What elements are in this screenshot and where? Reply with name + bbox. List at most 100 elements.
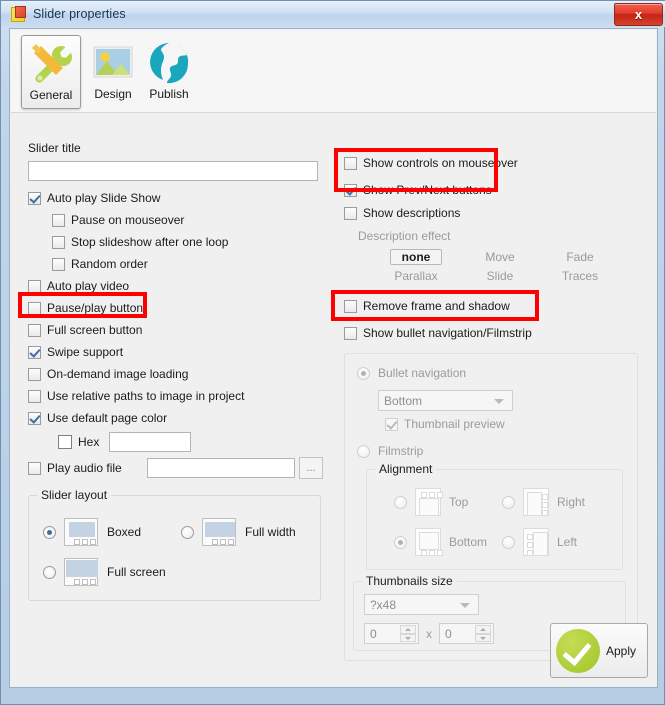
stepper-down-icon[interactable] bbox=[475, 633, 491, 642]
checkbox-box[interactable] bbox=[28, 191, 41, 205]
radio-button[interactable] bbox=[394, 535, 407, 549]
layout-full-screen-icon bbox=[64, 558, 98, 586]
effect-option-traces[interactable]: Traces bbox=[554, 269, 606, 283]
checkbox-play-audio-file[interactable] bbox=[28, 461, 41, 475]
checkbox-thumbnail-preview[interactable]: Thumbnail preview bbox=[385, 417, 505, 431]
checkbox-box[interactable] bbox=[344, 183, 357, 197]
radio-label: Full screen bbox=[107, 565, 166, 579]
thumbnails-preset-combobox[interactable]: ?x48 bbox=[364, 594, 479, 615]
radio-layout-boxed[interactable]: Boxed bbox=[43, 518, 141, 546]
hex-row[interactable]: Hex bbox=[28, 429, 344, 455]
checkbox-box[interactable] bbox=[52, 235, 65, 249]
slider-title-input[interactable] bbox=[28, 161, 318, 181]
checkbox-box[interactable] bbox=[28, 367, 41, 381]
tab-general[interactable]: General bbox=[21, 35, 81, 109]
radio-button[interactable] bbox=[357, 366, 370, 380]
checkbox-auto-play-video[interactable]: Auto play video bbox=[28, 275, 344, 297]
thumbnail-width-stepper[interactable]: 0 bbox=[364, 623, 419, 644]
stepper-buttons[interactable] bbox=[400, 625, 416, 642]
apply-button[interactable]: Apply bbox=[550, 623, 648, 678]
stepper-up-icon[interactable] bbox=[400, 625, 416, 634]
checkbox-stop-slideshow-after-one-loop[interactable]: Stop slideshow after one loop bbox=[28, 231, 344, 253]
radio-layout-full-screen[interactable]: Full screen bbox=[43, 558, 166, 586]
checkbox-on-demand-image-loading[interactable]: On-demand image loading bbox=[28, 363, 344, 385]
bullet-position-combobox[interactable]: Bottom bbox=[378, 390, 513, 411]
checkbox-use-relative-paths[interactable]: Use relative paths to image in project bbox=[28, 385, 344, 407]
checkbox-box[interactable] bbox=[52, 257, 65, 271]
checkbox-swipe-support[interactable]: Swipe support bbox=[28, 341, 344, 363]
checkbox-box[interactable] bbox=[28, 411, 41, 425]
checkbox-box[interactable] bbox=[344, 299, 357, 313]
effect-option-parallax[interactable]: Parallax bbox=[390, 269, 442, 283]
checkbox-label: Auto play Slide Show bbox=[47, 191, 161, 205]
checkbox-box[interactable] bbox=[28, 345, 41, 359]
checkbox-show-prev-next-buttons[interactable]: Show Prev/Next buttons bbox=[344, 179, 654, 201]
radio-layout-full-width[interactable]: Full width bbox=[181, 518, 296, 546]
radio-alignment-right[interactable]: Right bbox=[502, 488, 585, 516]
checkbox-show-controls-on-mouseover[interactable]: Show controls on mouseover bbox=[344, 152, 654, 174]
effect-option-fade[interactable]: Fade bbox=[554, 250, 606, 264]
radio-filmstrip[interactable]: Filmstrip bbox=[357, 444, 423, 458]
effect-option-slide[interactable]: Slide bbox=[474, 269, 526, 283]
checkbox-box[interactable] bbox=[28, 323, 41, 337]
checkbox-show-descriptions[interactable]: Show descriptions bbox=[344, 202, 654, 224]
checkbox-hex[interactable] bbox=[58, 435, 72, 449]
left-column: Slider title Auto play Slide Show Pause … bbox=[28, 141, 344, 601]
radio-alignment-bottom[interactable]: Bottom bbox=[394, 528, 487, 556]
layout-bottom-icon bbox=[415, 528, 443, 556]
panel-bullet-navigation: Bullet navigation Bottom Thumbnail previ… bbox=[344, 353, 638, 661]
titlebar: Slider properties x bbox=[1, 1, 665, 27]
checkbox-auto-play-slide-show[interactable]: Auto play Slide Show bbox=[28, 187, 344, 209]
play-audio-input[interactable] bbox=[147, 458, 295, 478]
tab-publish[interactable]: Publish bbox=[139, 35, 199, 109]
bullet-position-value: Bottom bbox=[384, 393, 423, 408]
radio-button[interactable] bbox=[502, 495, 515, 509]
checkbox-box[interactable] bbox=[344, 326, 357, 340]
tab-design[interactable]: Design bbox=[83, 35, 143, 109]
radio-alignment-top[interactable]: Top bbox=[394, 488, 468, 516]
checkbox-remove-frame-and-shadow[interactable]: Remove frame and shadow bbox=[344, 295, 654, 317]
checkbox-full-screen-button[interactable]: Full screen button bbox=[28, 319, 344, 341]
thumbnail-height-stepper[interactable]: 0 bbox=[439, 623, 494, 644]
radio-bullet-navigation[interactable]: Bullet navigation bbox=[357, 366, 466, 380]
effect-option-move[interactable]: Move bbox=[474, 250, 526, 264]
checkbox-label: Pause/play button bbox=[47, 301, 144, 315]
play-audio-row[interactable]: Play audio file ... bbox=[28, 455, 344, 481]
slider-title-label: Slider title bbox=[28, 141, 81, 155]
checkbox-pause-on-mouseover[interactable]: Pause on mouseover bbox=[28, 209, 344, 231]
effect-option-none[interactable]: none bbox=[390, 249, 442, 265]
radio-button[interactable] bbox=[43, 525, 56, 539]
check-icon bbox=[556, 628, 600, 673]
checkbox-box[interactable] bbox=[28, 389, 41, 403]
checkbox-box[interactable] bbox=[52, 213, 65, 227]
radio-button[interactable] bbox=[502, 535, 515, 549]
browse-audio-button[interactable]: ... bbox=[299, 457, 323, 479]
layout-right-icon bbox=[523, 488, 549, 516]
radio-button[interactable] bbox=[394, 495, 407, 509]
checkbox-box[interactable] bbox=[385, 417, 398, 431]
tab-toolbar: General Design Publish bbox=[11, 30, 656, 113]
close-button[interactable]: x bbox=[614, 3, 663, 26]
checkbox-label: Use default page color bbox=[47, 411, 168, 425]
stepper-down-icon[interactable] bbox=[400, 633, 416, 642]
radio-button[interactable] bbox=[357, 444, 370, 458]
radio-button[interactable] bbox=[43, 565, 56, 579]
checkbox-box[interactable] bbox=[344, 206, 357, 220]
checkbox-show-bullet-navigation-filmstrip[interactable]: Show bullet navigation/Filmstrip bbox=[344, 322, 654, 344]
checkbox-box[interactable] bbox=[344, 156, 357, 170]
checkbox-pause-play-button[interactable]: Pause/play button bbox=[28, 297, 344, 319]
checkbox-use-default-page-color[interactable]: Use default page color bbox=[28, 407, 344, 429]
checkbox-box[interactable] bbox=[28, 301, 41, 315]
radio-alignment-left[interactable]: Left bbox=[502, 528, 577, 556]
checkbox-label: Show bullet navigation/Filmstrip bbox=[363, 326, 532, 340]
stepper-up-icon[interactable] bbox=[475, 625, 491, 634]
group-alignment: Alignment Top Right Bottom Left bbox=[366, 462, 623, 570]
stepper-buttons[interactable] bbox=[475, 625, 491, 642]
checkbox-random-order[interactable]: Random order bbox=[28, 253, 344, 275]
radio-label: Filmstrip bbox=[378, 444, 424, 458]
hex-input[interactable] bbox=[109, 432, 192, 452]
globe-icon bbox=[146, 39, 192, 85]
radio-label: Bottom bbox=[449, 535, 488, 549]
radio-button[interactable] bbox=[181, 525, 194, 539]
checkbox-box[interactable] bbox=[28, 279, 41, 293]
